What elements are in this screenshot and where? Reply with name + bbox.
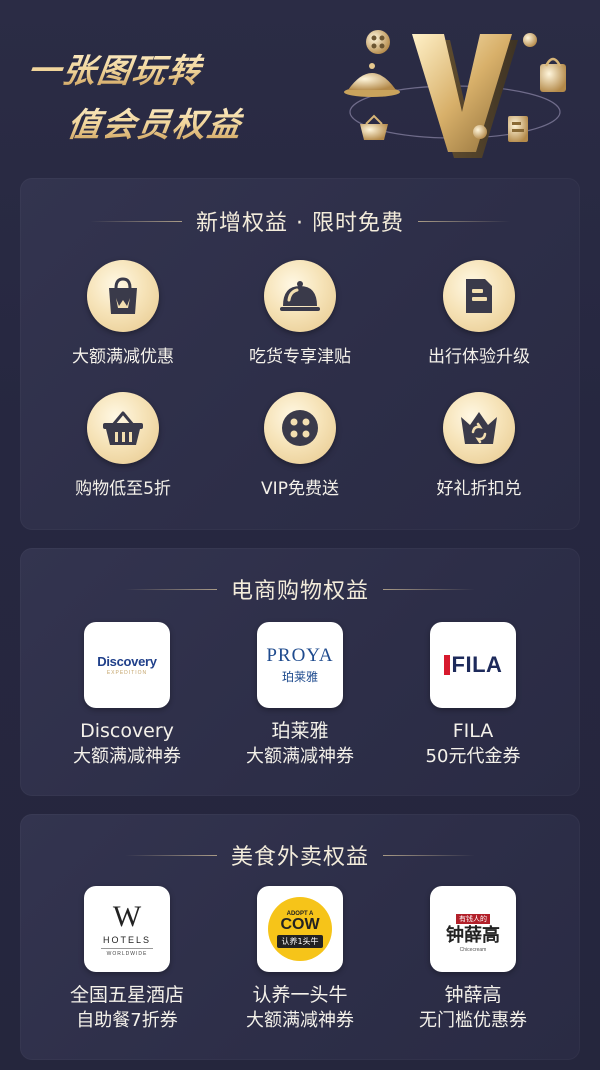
brand-card-w-hotels[interactable]: W HOTELS WORLDWIDE 全国五星酒店 自助餐7折券 bbox=[37, 886, 217, 1034]
divider bbox=[383, 854, 475, 856]
discovery-logo-mark: Discovery EXPEDITION bbox=[97, 654, 157, 676]
proya-logo-mark: PROYA 珀莱雅 bbox=[266, 645, 333, 685]
food-cloche-icon bbox=[280, 281, 320, 311]
discovery-logo: Discovery EXPEDITION bbox=[84, 622, 170, 708]
divider bbox=[101, 947, 153, 949]
zhongxuegao-logo-text: 钟薛高 bbox=[446, 924, 500, 946]
section-title: 新增权益 · 限时免费 bbox=[196, 211, 404, 236]
fila-red-bar bbox=[443, 655, 450, 675]
w-hotels-logo-sub2: WORLDWIDE bbox=[106, 950, 148, 957]
benefit-coin bbox=[443, 392, 515, 464]
benefit-label: VIP免费送 bbox=[261, 479, 339, 499]
brand-name: 全国五星酒店 bbox=[69, 984, 184, 1006]
food-benefits-panel: 美食外卖权益 W HOTELS WORLDWIDE 全国五星酒店 自助餐7折券 … bbox=[20, 814, 580, 1060]
divider bbox=[417, 220, 510, 222]
section-title: 电商购物权益 bbox=[230, 579, 369, 604]
benefit-label: 大额满减优惠 bbox=[72, 347, 174, 367]
benefit-label: 出行体验升级 bbox=[428, 347, 530, 367]
document-icon bbox=[466, 279, 492, 313]
benefit-label: 好礼折扣兑 bbox=[436, 479, 522, 499]
brand-offer: 50元代金券 bbox=[425, 746, 521, 767]
fila-logo-text: FILA bbox=[451, 652, 503, 677]
benefit-coin bbox=[264, 392, 336, 464]
header: 一张图玩转 值会员权益 bbox=[0, 0, 600, 170]
benefit-coin bbox=[264, 260, 336, 332]
benefit-coin bbox=[87, 392, 159, 464]
page-title-line-2: 值会员权益 bbox=[65, 98, 247, 146]
zhongxuegao-logo-mark: 有钱人的 钟薛高 Chicecream bbox=[446, 906, 500, 953]
film-reel-icon bbox=[282, 410, 318, 446]
divider bbox=[124, 854, 217, 856]
divider bbox=[383, 588, 475, 590]
brand-offer: 无门槛优惠券 bbox=[419, 1010, 527, 1031]
zhongxuegao-logo-sub: Chicecream bbox=[459, 946, 487, 953]
section-header: 美食外卖权益 bbox=[20, 840, 580, 870]
cow-logo-text: COW bbox=[280, 915, 320, 933]
benefit-coin bbox=[443, 260, 515, 332]
brand-offer: 大额满减神券 bbox=[246, 746, 354, 767]
section-title: 美食外卖权益 bbox=[230, 845, 369, 870]
zhongxuegao-logo: 有钱人的 钟薛高 Chicecream bbox=[430, 886, 516, 972]
ecommerce-benefits-panel: 电商购物权益 Discovery EXPEDITION Discovery 大额… bbox=[20, 548, 580, 796]
zhongxuegao-logo-top: 有钱人的 bbox=[456, 913, 490, 924]
divider bbox=[124, 588, 217, 590]
cow-logo-sub: 认养1头牛 bbox=[277, 934, 323, 948]
shopping-bag-icon bbox=[109, 277, 137, 314]
brand-name: 钟薛高 bbox=[444, 984, 502, 1006]
adopt-a-cow-logo: ADOPT A COW 认养1头牛 bbox=[257, 886, 343, 972]
brand-card-fila[interactable]: FILA FILA 50元代金券 bbox=[383, 622, 563, 770]
page-title-line-1: 一张图玩转 bbox=[25, 44, 207, 92]
crown-exchange-icon bbox=[461, 412, 497, 444]
brand-offer: 自助餐7折券 bbox=[76, 1010, 178, 1031]
fila-logo-mark: FILA bbox=[443, 652, 503, 678]
cow-badge: ADOPT A COW 认养1头牛 bbox=[268, 897, 332, 961]
benefit-label: 吃货专享津贴 bbox=[249, 347, 351, 367]
benefit-discount[interactable]: 大额满减优惠 bbox=[48, 260, 198, 367]
section-header: 电商购物权益 bbox=[20, 574, 580, 604]
new-benefits-panel: 新增权益 · 限时免费 大额满减优惠 吃货专享津贴 出行体验升级 购物低至5折 … bbox=[20, 178, 580, 530]
discovery-logo-sub: EXPEDITION bbox=[106, 670, 148, 676]
proya-logo-sub: 珀莱雅 bbox=[281, 670, 318, 684]
brand-name: 珀莱雅 bbox=[271, 720, 329, 742]
brand-card-proya[interactable]: PROYA 珀莱雅 珀莱雅 大额满减神券 bbox=[210, 622, 390, 770]
benefit-travel-upgrade[interactable]: 出行体验升级 bbox=[404, 260, 554, 367]
w-hotels-logo-text: W bbox=[112, 899, 142, 933]
proya-logo: PROYA 珀莱雅 bbox=[257, 622, 343, 708]
benefit-coin bbox=[87, 260, 159, 332]
benefit-shopping-discount[interactable]: 购物低至5折 bbox=[48, 392, 198, 499]
benefit-gift-exchange[interactable]: 好礼折扣兑 bbox=[404, 392, 554, 499]
benefit-label: 购物低至5折 bbox=[75, 479, 171, 499]
benefit-food-allowance[interactable]: 吃货专享津贴 bbox=[225, 260, 375, 367]
w-hotels-logo: W HOTELS WORLDWIDE bbox=[84, 886, 170, 972]
fila-logo: FILA bbox=[430, 622, 516, 708]
benefit-vip-free[interactable]: VIP免费送 bbox=[225, 392, 375, 499]
shopping-basket-icon bbox=[103, 411, 143, 445]
vip-v-hero-illustration bbox=[344, 30, 566, 158]
brand-offer: 大额满减神券 bbox=[73, 746, 181, 767]
brand-card-adopt-a-cow[interactable]: ADOPT A COW 认养1头牛 认养一头牛 大额满减神券 bbox=[210, 886, 390, 1034]
proya-logo-text: PROYA bbox=[266, 645, 334, 666]
brand-name: FILA bbox=[452, 720, 494, 742]
brand-name: 认养一头牛 bbox=[252, 984, 348, 1006]
divider bbox=[90, 220, 182, 222]
brand-offer: 大额满减神券 bbox=[246, 1010, 354, 1031]
section-header: 新增权益 · 限时免费 bbox=[20, 206, 580, 236]
w-hotels-logo-mark: W HOTELS WORLDWIDE bbox=[101, 899, 153, 957]
brand-card-zhongxuegao[interactable]: 有钱人的 钟薛高 Chicecream 钟薛高 无门槛优惠券 bbox=[383, 886, 563, 1034]
discovery-logo-text: Discovery bbox=[97, 654, 157, 669]
brand-name: Discovery bbox=[80, 720, 174, 742]
brand-card-discovery[interactable]: Discovery EXPEDITION Discovery 大额满减神券 bbox=[37, 622, 217, 770]
w-hotels-logo-sub: HOTELS bbox=[102, 934, 151, 945]
